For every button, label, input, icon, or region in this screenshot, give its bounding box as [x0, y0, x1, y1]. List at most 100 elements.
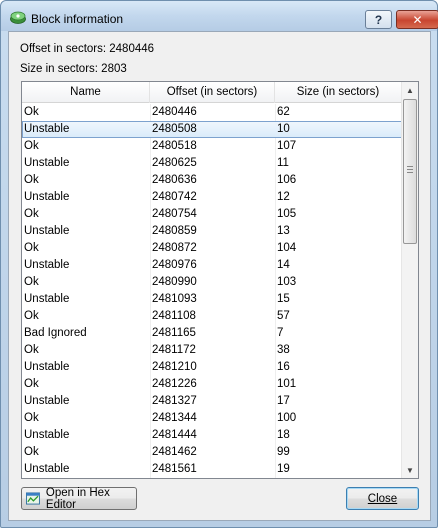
cell-name: Unstable [24, 225, 70, 237]
column-header-name[interactable]: Name [22, 82, 150, 103]
cell-name: Ok [24, 140, 39, 152]
column-header-offset[interactable]: Offset (in sectors) [150, 82, 275, 103]
table-row[interactable]: Unstable 2481093 15 [22, 291, 402, 308]
cell-name: Ok [24, 310, 39, 322]
cell-size: 16 [277, 361, 290, 373]
cell-size: 10 [277, 123, 290, 135]
hex-editor-label: Open in Hex Editor [45, 486, 110, 511]
cell-offset: 2481462 [152, 446, 197, 458]
grip-icon [407, 166, 413, 173]
cell-size: 103 [277, 276, 297, 288]
scroll-up-icon[interactable]: ▲ [402, 82, 418, 98]
cell-size: 17 [277, 395, 290, 407]
table-row[interactable]: Ok 2481226 101 [22, 376, 402, 393]
open-hex-editor-button[interactable]: Open in Hex Editor [21, 486, 137, 511]
table-row[interactable]: Ok 2480518 107 [22, 138, 402, 155]
cell-size: 12 [277, 191, 290, 203]
cell-offset: 2480518 [152, 140, 197, 152]
cell-offset: 2480872 [152, 242, 197, 254]
cell-name: Ok [24, 378, 39, 390]
size-info: Size in sectors: 2803 [20, 63, 127, 75]
cell-offset: 2481444 [152, 429, 197, 441]
cell-offset: 2481093 [152, 293, 197, 305]
table-row[interactable]: Unstable 2481444 18 [22, 427, 402, 444]
cell-offset: 2480625 [152, 157, 197, 169]
cell-name: Unstable [24, 361, 70, 373]
close-button[interactable]: Close [346, 487, 419, 510]
cell-size: 7 [277, 327, 284, 339]
cell-name: Unstable [24, 395, 70, 407]
cell-offset: 2481165 [152, 327, 196, 339]
table-row[interactable]: Ok 2480754 105 [22, 206, 402, 223]
table-row[interactable]: Bad Ignored 2481165 7 [22, 325, 402, 342]
cell-name: Unstable [24, 123, 70, 135]
table-row[interactable]: Unstable 2481561 19 [22, 461, 402, 478]
table-body: Ok 2480446 62 Unstable 2480508 10 Ok 2480518 107… [22, 104, 402, 478]
cell-name: Unstable [24, 191, 70, 203]
cell-offset: 2481327 [152, 395, 197, 407]
cell-size: 105 [277, 208, 297, 220]
cell-size: 57 [277, 310, 290, 322]
cell-offset: 2481172 [152, 344, 196, 356]
cell-size: 107 [277, 140, 297, 152]
cell-size: 38 [277, 344, 290, 356]
cell-name: Unstable [24, 259, 70, 271]
cell-name: Ok [24, 174, 39, 186]
window-close-button[interactable]: ✕ [396, 10, 438, 29]
cell-size: 101 [277, 378, 297, 390]
table-row[interactable]: Ok 2480446 62 [22, 104, 402, 121]
table-row[interactable]: Ok 2481462 99 [22, 444, 402, 461]
cell-offset: 2481561 [152, 463, 197, 475]
cell-name: Ok [24, 106, 39, 118]
blocks-table[interactable]: Name Offset (in sectors) Size (in sector… [21, 81, 419, 479]
title-bar[interactable]: Block information ? ✕ [1, 1, 438, 31]
table-row[interactable]: Unstable 2480625 11 [22, 155, 402, 172]
cell-name: Unstable [24, 293, 70, 305]
table-row[interactable]: Ok 2481172 38 [22, 342, 402, 359]
offset-info: Offset in sectors: 2480446 [20, 43, 155, 55]
table-row[interactable]: Unstable 2480742 12 [22, 189, 402, 206]
table-row[interactable]: Ok 2481344 100 [22, 410, 402, 427]
cell-offset: 2481344 [152, 412, 197, 424]
cell-name: Bad Ignored [24, 327, 87, 339]
close-label: Close [367, 492, 398, 505]
table-row[interactable]: Unstable 2481210 16 [22, 359, 402, 376]
cell-name: Ok [24, 412, 39, 424]
table-row[interactable]: Ok 2480990 103 [22, 274, 402, 291]
cell-offset: 2481226 [152, 378, 197, 390]
cell-name: Unstable [24, 157, 70, 169]
cell-name: Unstable [24, 429, 70, 441]
cell-size: 18 [277, 429, 290, 441]
cell-offset: 2481210 [152, 361, 197, 373]
cell-size: 13 [277, 225, 290, 237]
cell-offset: 2480446 [152, 106, 197, 118]
cell-size: 104 [277, 242, 297, 254]
dialog-body: Offset in sectors: 2480446 Size in secto… [8, 31, 431, 521]
table-header: Name Offset (in sectors) Size (in sector… [22, 82, 402, 103]
column-header-size[interactable]: Size (in sectors) [275, 82, 402, 103]
cell-size: 62 [277, 106, 290, 118]
cell-name: Ok [24, 242, 39, 254]
cell-size: 19 [277, 463, 290, 475]
help-button[interactable]: ? [365, 10, 392, 29]
cell-size: 99 [277, 446, 290, 458]
table-row[interactable]: Ok 2480872 104 [22, 240, 402, 257]
cell-offset: 2480976 [152, 259, 197, 271]
disk-icon [10, 11, 26, 24]
table-row[interactable]: Unstable 2480859 13 [22, 223, 402, 240]
table-row[interactable]: Unstable 2480976 14 [22, 257, 402, 274]
table-row[interactable]: Ok 2480636 106 [22, 172, 402, 189]
cell-offset: 2480636 [152, 174, 197, 186]
cell-offset: 2481108 [152, 310, 196, 322]
cell-name: Ok [24, 276, 39, 288]
scroll-thumb[interactable] [403, 99, 417, 244]
vertical-scrollbar[interactable]: ▲ ▼ [401, 82, 418, 478]
cell-size: 100 [277, 412, 297, 424]
table-row[interactable]: Ok 2481108 57 [22, 308, 402, 325]
table-row[interactable]: Unstable 2480508 10 [22, 121, 402, 138]
cell-offset: 2480859 [152, 225, 197, 237]
table-row[interactable]: Unstable 2481327 17 [22, 393, 402, 410]
cell-size: 106 [277, 174, 297, 186]
cell-size: 15 [277, 293, 290, 305]
scroll-down-icon[interactable]: ▼ [402, 462, 418, 478]
